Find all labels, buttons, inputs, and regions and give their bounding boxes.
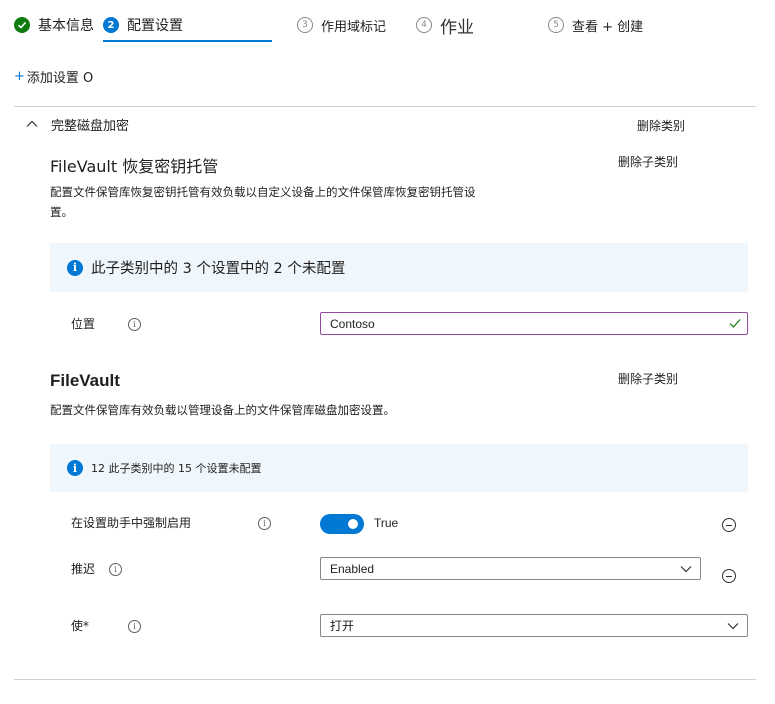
plus-icon: + xyxy=(14,69,25,84)
location-value: Contoso xyxy=(330,316,375,331)
force-enable-toggle[interactable] xyxy=(320,514,364,534)
chevron-down-icon xyxy=(727,623,739,630)
remove-setting-icon[interactable] xyxy=(722,569,736,583)
step-label: 配置设置 xyxy=(127,18,183,34)
divider-bottom xyxy=(14,679,756,680)
subcategory-title: FileVault xyxy=(50,371,120,390)
toggle-value: True xyxy=(374,516,399,530)
info-bar: i 此子类别中的 3 个设置中的 2 个未配置 xyxy=(50,243,748,292)
current-step-underline xyxy=(103,40,272,42)
step-number: 3 xyxy=(297,17,313,33)
step-label: 基本信息 xyxy=(38,18,94,34)
enable-value: 打开 xyxy=(330,619,355,633)
defer-dropdown[interactable]: Enabled xyxy=(320,557,701,580)
defer-value: Enabled xyxy=(330,561,375,576)
setting-label-enable: 使* xyxy=(71,619,90,633)
subcategory-description: 配置文件保管库有效负载以管理设备上的文件保管库磁盘加密设置。 xyxy=(50,403,395,417)
step-scope-tags[interactable]: 3 作用域标记 xyxy=(297,12,386,38)
chevron-down-icon xyxy=(680,566,692,573)
info-text: 此子类别中的 3 个设置中的 2 个未配置 xyxy=(91,261,346,277)
remove-setting-icon[interactable] xyxy=(722,518,736,532)
valid-checkmark-icon xyxy=(729,319,741,328)
step-configuration-settings[interactable]: 2 配置设置 xyxy=(103,12,183,38)
step-assignments[interactable]: 4 作业 xyxy=(416,12,474,38)
delete-category-button[interactable]: 删除类别 xyxy=(637,117,685,134)
info-bar: i 12 此子类别中的 15 个设置未配置 xyxy=(50,444,748,492)
step-basics[interactable]: 基本信息 xyxy=(14,12,94,38)
toggle-knob xyxy=(348,519,358,529)
enable-dropdown[interactable]: 打开 xyxy=(320,614,748,637)
step-label: 查看 + 创建 xyxy=(572,19,644,35)
step-review-create[interactable]: 5 查看 + 创建 xyxy=(548,12,643,38)
checkmark-icon xyxy=(14,17,30,33)
subcategory-title: FileVault 恢复密钥托管 xyxy=(50,157,219,176)
step-label: 作业 xyxy=(440,17,474,38)
info-tooltip-icon[interactable]: i xyxy=(258,517,271,530)
chevron-up-icon[interactable] xyxy=(26,118,38,130)
location-input[interactable]: Contoso xyxy=(320,312,748,335)
section-title: 完整磁盘加密 xyxy=(51,119,130,134)
step-number: 2 xyxy=(103,17,119,33)
setting-label-defer: 推迟 xyxy=(71,562,96,576)
info-icon: i xyxy=(67,460,83,476)
step-label: 作用域标记 xyxy=(321,19,387,35)
add-settings-link[interactable]: + 添加设置 O xyxy=(14,67,93,86)
info-tooltip-icon[interactable]: i xyxy=(128,318,141,331)
step-number: 4 xyxy=(416,17,432,33)
delete-subcategory-button[interactable]: 删除子类别 xyxy=(618,370,678,387)
delete-subcategory-button[interactable]: 删除子类别 xyxy=(618,153,678,170)
setting-label-location: 位置 xyxy=(71,317,96,331)
info-icon: i xyxy=(67,259,83,276)
info-tooltip-icon[interactable]: i xyxy=(128,620,141,633)
divider-top xyxy=(14,106,756,107)
add-settings-label: 添加设置 O xyxy=(26,71,94,86)
step-number: 5 xyxy=(548,17,564,33)
info-tooltip-icon[interactable]: i xyxy=(109,563,122,576)
info-text: 12 此子类别中的 15 个设置未配置 xyxy=(91,462,262,475)
subcategory-description: 配置文件保管库恢复密钥托管有效负载以自定义设备上的文件保管库恢复密钥托管设置。 xyxy=(50,185,476,219)
setting-label-force-enable: 在设置助手中强制启用 xyxy=(71,516,192,530)
